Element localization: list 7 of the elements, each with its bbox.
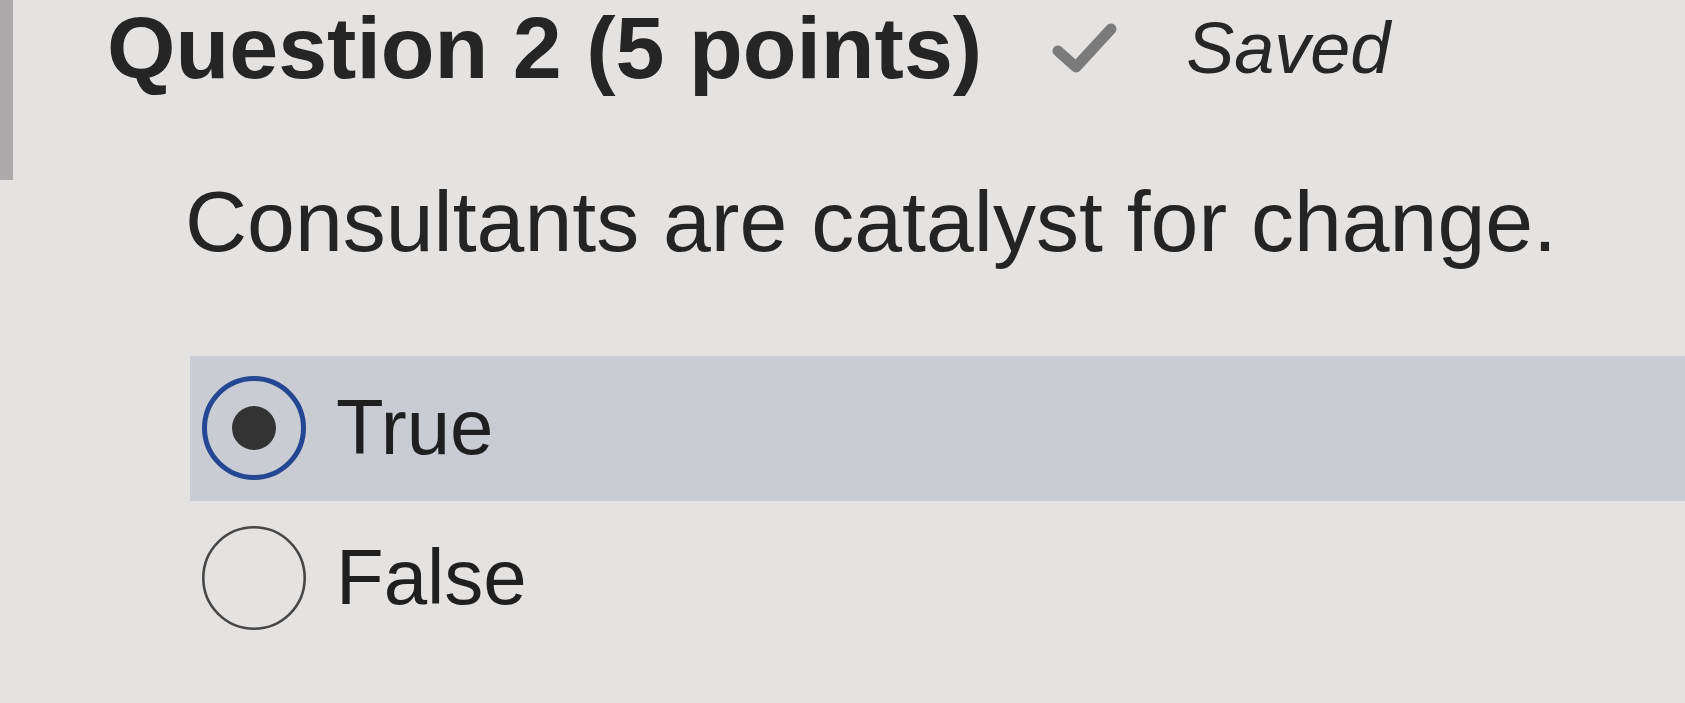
saved-status: Saved: [1186, 8, 1391, 88]
question-text: Consultants are catalyst for change.: [185, 171, 1558, 271]
option-label[interactable]: False: [336, 533, 527, 624]
radio-button[interactable]: [202, 526, 306, 631]
option-label[interactable]: True: [336, 383, 494, 474]
question-title: Question 2 (5 points): [107, 0, 983, 97]
radio-button[interactable]: [202, 376, 306, 481]
